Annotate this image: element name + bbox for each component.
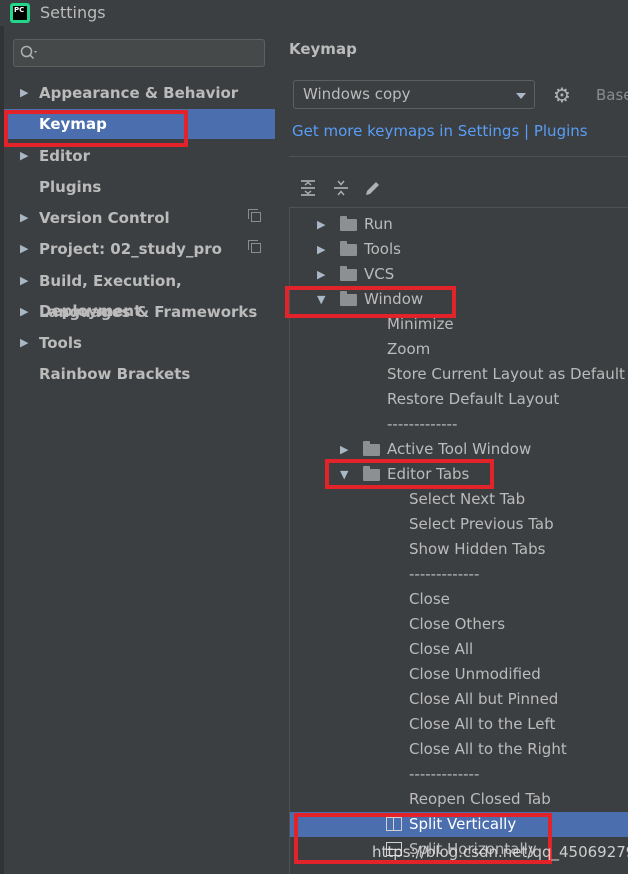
base-label: Base [596, 86, 628, 104]
tree-action-row[interactable]: Close All [290, 637, 628, 662]
tree-row-label: Close Unmodified [409, 665, 541, 683]
sidebar-item-label: Tools [39, 334, 82, 352]
tree-action-row[interactable]: Select Previous Tab [290, 512, 628, 537]
sidebar-item-appearance-behavior[interactable]: ▶ Appearance & Behavior [4, 78, 275, 108]
tree-row-label: Close Others [409, 615, 506, 633]
tree-folder-row[interactable]: ▶ Tools [290, 237, 628, 262]
folder-icon [363, 441, 380, 456]
highlight-box-editor-tabs [325, 459, 494, 489]
project-scope-icon [248, 240, 261, 253]
tree-action-row[interactable]: Close Others [290, 612, 628, 637]
sidebar-item-label: Languages & Frameworks [39, 303, 258, 321]
project-scope-icon [248, 209, 261, 222]
sidebar-item-label: Rainbow Brackets [39, 365, 191, 383]
keymap-select-value: Windows copy [303, 85, 411, 103]
tree-action-row[interactable]: Close Unmodified [290, 662, 628, 687]
sidebar-item-build-execution-deployment[interactable]: ▶ Build, Execution, Deployment [4, 266, 275, 320]
chevron-right-icon[interactable]: ▶ [317, 237, 325, 262]
tree-separator-row: ------------- [290, 562, 628, 587]
tree-action-row[interactable]: Zoom [290, 337, 628, 362]
tree-action-row[interactable]: Select Next Tab [290, 487, 628, 512]
edit-pencil-icon[interactable] [363, 178, 383, 198]
highlight-box-window [285, 286, 456, 318]
search-icon [20, 45, 37, 60]
tree-action-row[interactable]: Show Hidden Tabs [290, 537, 628, 562]
window-title: Settings [40, 3, 106, 22]
tree-row-label: Select Next Tab [409, 490, 526, 508]
tree-row-label: Close All to the Right [409, 740, 567, 758]
sidebar-item-label: Version Control [39, 209, 170, 227]
tree-row-label: ------------- [387, 415, 458, 433]
chevron-right-icon[interactable]: ▶ [20, 234, 28, 264]
tree-row-label: Close All to the Left [409, 715, 556, 733]
tree-folder-row[interactable]: ▶ VCS [290, 262, 628, 287]
chevron-right-icon[interactable]: ▶ [20, 328, 28, 358]
search-input[interactable] [13, 39, 265, 67]
tree-separator-row: ------------- [290, 762, 628, 787]
sidebar-item-project-02-study-pro[interactable]: ▶ Project: 02_study_pro [4, 234, 275, 264]
sidebar-item-tools[interactable]: ▶ Tools [4, 328, 275, 358]
tree-separator-row: ------------- [290, 412, 628, 437]
tree-row-label: VCS [364, 265, 395, 283]
sidebar-item-label: Plugins [39, 178, 102, 196]
chevron-right-icon[interactable]: ▶ [20, 203, 28, 233]
sidebar-item-plugins[interactable]: Plugins [4, 172, 275, 202]
tree-row-label: Close All but Pinned [409, 690, 559, 708]
tree-row-label: Close [409, 590, 450, 608]
chevron-right-icon[interactable]: ▶ [20, 297, 28, 327]
pycharm-logo-icon: PC [10, 3, 30, 23]
folder-icon [340, 266, 357, 281]
chevron-right-icon[interactable]: ▶ [317, 262, 325, 287]
tree-row-label: ------------- [409, 765, 480, 783]
tree-action-row[interactable]: Restore Default Layout [290, 387, 628, 412]
tree-action-row[interactable]: Reopen Closed Tab [290, 787, 628, 812]
page-title: Keymap [289, 40, 357, 58]
tree-row-label: ------------- [409, 565, 480, 583]
divider [289, 156, 628, 157]
tree-row-label: Reopen Closed Tab [409, 790, 551, 808]
chevron-right-icon[interactable]: ▶ [317, 212, 325, 237]
app-icon-text: PC [13, 6, 27, 20]
sidebar-item-label: Project: 02_study_pro [39, 240, 222, 258]
highlight-box-keymap [4, 110, 188, 147]
tree-row-label: Select Previous Tab [409, 515, 554, 533]
tree-folder-row[interactable]: ▶ Run [290, 212, 628, 237]
expand-all-icon[interactable] [298, 178, 318, 198]
sidebar-item-label: Appearance & Behavior [39, 84, 239, 102]
keymap-panel: Keymap Windows copy ⚙ Base Get more keym… [275, 26, 628, 874]
collapse-all-icon[interactable] [331, 178, 351, 198]
tree-action-row[interactable]: Close All to the Left [290, 712, 628, 737]
tree-action-row[interactable]: Close All to the Right [290, 737, 628, 762]
folder-icon [340, 241, 357, 256]
gear-icon[interactable]: ⚙ [553, 85, 571, 105]
tree-row-label: Store Current Layout as Default [387, 365, 625, 383]
title-bar: PC Settings [0, 0, 628, 26]
tree-action-row[interactable]: Store Current Layout as Default [290, 362, 628, 387]
settings-sidebar: ▶ Appearance & Behavior Keymap ▶ Editor Plugi… [4, 26, 275, 874]
sidebar-item-version-control[interactable]: ▶ Version Control [4, 203, 275, 233]
sidebar-item-rainbow-brackets[interactable]: Rainbow Brackets [4, 359, 275, 389]
tree-row-label: Show Hidden Tabs [409, 540, 546, 558]
tree-row-label: Restore Default Layout [387, 390, 560, 408]
chevron-right-icon[interactable]: ▶ [20, 78, 28, 108]
chevron-right-icon[interactable]: ▶ [20, 266, 28, 296]
tree-row-label: Run [364, 215, 393, 233]
sidebar-item-languages-frameworks[interactable]: ▶ Languages & Frameworks [4, 297, 275, 327]
tree-row-label: Close All [409, 640, 474, 658]
get-more-keymaps-link[interactable]: Get more keymaps in Settings | Plugins [292, 122, 588, 140]
tree-row-label: Tools [364, 240, 401, 258]
tree-action-row[interactable]: Close All but Pinned [290, 687, 628, 712]
tree-row-label: Zoom [387, 340, 431, 358]
keymap-select[interactable]: Windows copy [293, 80, 535, 109]
folder-icon [340, 216, 357, 231]
tree-action-row[interactable]: Close [290, 587, 628, 612]
chevron-down-icon [516, 93, 526, 99]
watermark: https://blog.csdn.net/qq_45069279 [372, 843, 628, 861]
